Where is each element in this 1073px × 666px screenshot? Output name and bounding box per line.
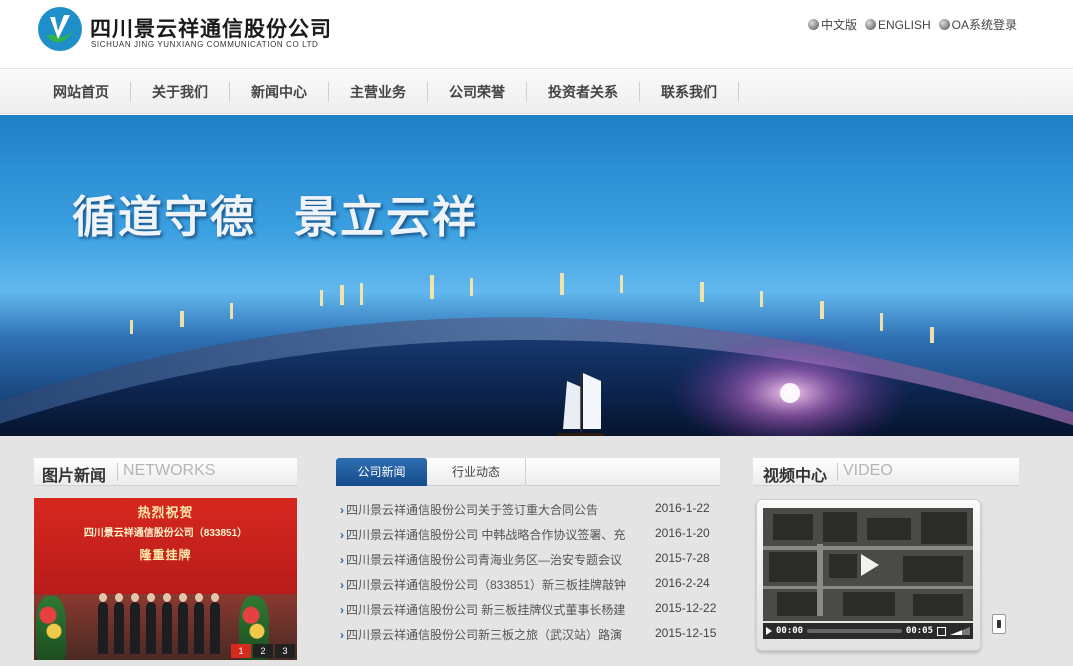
banner-line-2: 四川景云祥通信股份公司（833851） xyxy=(83,528,248,539)
flower-basket xyxy=(36,596,66,660)
person xyxy=(162,593,172,654)
banner-slogan: 循道守德 景立云祥 xyxy=(72,181,516,245)
news-title[interactable]: 四川景云祥通信股份公司关于签订重大合同公告 xyxy=(340,501,652,518)
nav-business[interactable]: 主营业务 xyxy=(329,82,428,102)
news-title[interactable]: 四川景云祥通信股份公司 中韩战略合作协议签署、充 xyxy=(340,526,652,543)
news-date: 2016-1-20 xyxy=(655,526,710,540)
hero-banner: 循道守德 景立云祥 xyxy=(0,115,1073,436)
power-plug-icon xyxy=(992,614,1006,634)
content-area: 图片新闻 NETWORKS 热烈祝贺 四川景云祥通信股份公司（833851） 隆… xyxy=(0,436,1073,666)
news-title[interactable]: 四川景云祥通信股份公司新三板之旅（武汉站）路演 xyxy=(340,626,652,643)
news-item[interactable]: 四川景云祥通信股份公司关于签订重大合同公告 2016-1-22 xyxy=(340,497,725,522)
video-screen[interactable] xyxy=(763,508,973,621)
photo-news-title-en: NETWORKS xyxy=(123,462,216,479)
play-icon[interactable] xyxy=(861,554,879,576)
listing-ceremony-banner: 热烈祝贺 四川景云祥通信股份公司（833851） 隆重挂牌 xyxy=(34,498,297,594)
volume-icon[interactable] xyxy=(950,627,970,635)
progress-bar[interactable] xyxy=(807,629,902,633)
site-header: 四川景云祥通信股份公司 SICHUAN JING YUNXIANG COMMUN… xyxy=(0,0,1073,68)
video-header: 视频中心 VIDEO xyxy=(753,458,1019,486)
company-name-en: SICHUAN JING YUNXIANG COMMUNICATION CO L… xyxy=(91,40,319,49)
main-nav: 网站首页 关于我们 新闻中心 主营业务 公司荣誉 投资者关系 联系我们 xyxy=(0,68,1073,114)
banner-earth-image xyxy=(0,273,1073,436)
news-item[interactable]: 四川景云祥通信股份公司 中韩战略合作协议签署、充 2016-1-20 xyxy=(340,522,725,547)
video-title: 视频中心 xyxy=(763,468,828,485)
tab-company-news[interactable]: 公司新闻 xyxy=(336,458,427,486)
person xyxy=(130,593,140,654)
oa-login-link[interactable]: OA系统登录 xyxy=(938,16,1017,33)
video-player: 00:00 00:05 xyxy=(756,499,981,651)
person xyxy=(178,593,188,654)
banner-line-3: 隆重挂牌 xyxy=(139,548,192,562)
person xyxy=(98,593,108,654)
slogan-part-1: 循道守德 xyxy=(72,193,256,242)
news-date: 2015-12-15 xyxy=(655,626,717,640)
news-date: 2015-12-22 xyxy=(655,601,717,615)
news-date: 2016-2-24 xyxy=(655,576,710,590)
globe-icon xyxy=(938,19,950,30)
news-title[interactable]: 四川景云祥通信股份公司（833851）新三板挂牌敲钟 xyxy=(340,576,652,593)
nav-contact[interactable]: 联系我们 xyxy=(640,82,739,102)
lang-chinese-label: 中文版 xyxy=(820,18,857,32)
globe-icon xyxy=(864,19,876,30)
news-title[interactable]: 四川景云祥通信股份公司青海业务区—治安专题会议 xyxy=(340,551,652,568)
banner-line-1: 热烈祝贺 xyxy=(137,505,194,520)
photo-news-slideshow[interactable]: 热烈祝贺 四川景云祥通信股份公司（833851） 隆重挂牌 1 2 3 xyxy=(34,498,297,660)
nav-honors[interactable]: 公司荣誉 xyxy=(428,82,527,102)
slide-page-3[interactable]: 3 xyxy=(275,644,295,658)
news-date: 2015-7-28 xyxy=(655,551,710,565)
lang-english-link[interactable]: ENGLISH xyxy=(864,16,931,33)
fullscreen-icon[interactable] xyxy=(937,626,946,636)
person xyxy=(194,593,204,654)
news-tabs: 公司新闻 行业动态 xyxy=(336,458,720,486)
company-logo[interactable]: 四川景云祥通信股份公司 SICHUAN JING YUNXIANG COMMUN… xyxy=(36,5,356,55)
news-title[interactable]: 四川景云祥通信股份公司 新三板挂牌仪式董事长杨建 xyxy=(340,601,652,618)
news-item[interactable]: 四川景云祥通信股份公司新三板之旅（武汉站）路演 2015-12-15 xyxy=(340,622,725,647)
news-list: 四川景云祥通信股份公司关于签订重大合同公告 2016-1-22 四川景云祥通信股… xyxy=(340,497,725,647)
photo-news-header: 图片新闻 NETWORKS xyxy=(34,458,297,486)
video-title-en: VIDEO xyxy=(843,462,893,479)
news-item[interactable]: 四川景云祥通信股份公司青海业务区—治安专题会议 2015-7-28 xyxy=(340,547,725,572)
person xyxy=(114,593,124,654)
logo-mark-icon xyxy=(38,7,82,51)
tab-industry-news[interactable]: 行业动态 xyxy=(427,458,526,486)
nav-home[interactable]: 网站首页 xyxy=(32,82,131,102)
news-date: 2016-1-22 xyxy=(655,501,710,515)
slide-page-1[interactable]: 1 xyxy=(231,644,251,658)
title-divider xyxy=(837,463,838,481)
top-links: 中文版 ENGLISH OA系统登录 xyxy=(807,16,1017,33)
lang-chinese-link[interactable]: 中文版 xyxy=(807,16,857,33)
control-play-icon[interactable] xyxy=(766,627,772,635)
title-divider xyxy=(117,463,118,481)
person xyxy=(210,593,220,654)
video-controls: 00:00 00:05 xyxy=(763,623,973,639)
slogan-part-2: 景立云祥 xyxy=(294,193,478,242)
news-item[interactable]: 四川景云祥通信股份公司 新三板挂牌仪式董事长杨建 2015-12-22 xyxy=(340,597,725,622)
slide-page-2[interactable]: 2 xyxy=(253,644,273,658)
nav-news[interactable]: 新闻中心 xyxy=(230,82,329,102)
nav-about[interactable]: 关于我们 xyxy=(131,82,230,102)
slideshow-pager: 1 2 3 xyxy=(231,644,295,658)
current-time: 00:00 xyxy=(776,626,804,636)
news-item[interactable]: 四川景云祥通信股份公司（833851）新三板挂牌敲钟 2016-2-24 xyxy=(340,572,725,597)
photo-news-title: 图片新闻 xyxy=(42,468,107,485)
total-time: 00:05 xyxy=(905,626,933,636)
lang-english-label: ENGLISH xyxy=(877,17,931,32)
nav-investors[interactable]: 投资者关系 xyxy=(527,82,640,102)
person xyxy=(146,593,156,654)
oa-login-label: OA系统登录 xyxy=(951,18,1017,32)
globe-icon xyxy=(807,19,819,30)
company-name-cn: 四川景云祥通信股份公司 xyxy=(90,18,332,41)
